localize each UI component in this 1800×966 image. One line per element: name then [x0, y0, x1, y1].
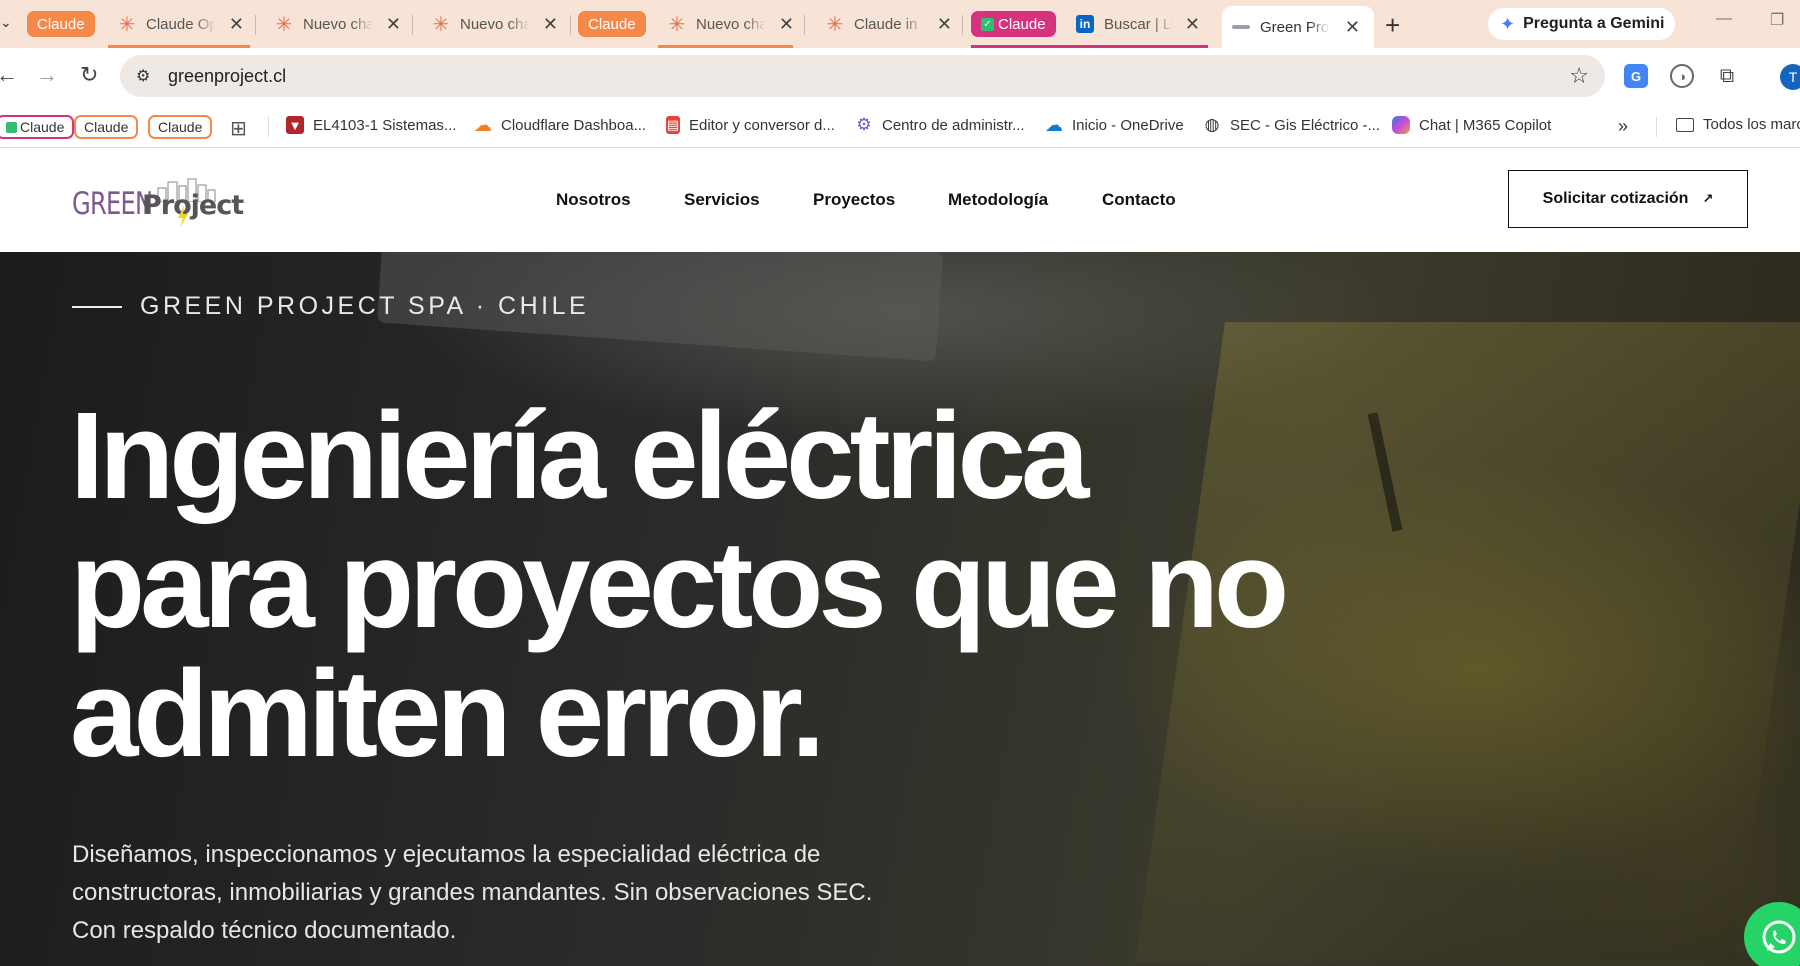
claude-icon: ✳	[668, 13, 686, 36]
green-project-logo[interactable]: GREEN Project	[72, 176, 244, 228]
all-bookmarks-folder[interactable]: Todos los marc	[1676, 116, 1800, 133]
claude-icon: ✳	[432, 13, 450, 36]
browser-toolbar: ← → ↻ ⚙ greenproject.cl ☆ G ◑ ⧉ T	[0, 48, 1800, 106]
bookmark-separator	[268, 117, 269, 137]
headline-line: Ingeniería eléctrica	[70, 388, 1089, 525]
hero-headline: Ingeniería eléctrica para proyectos que …	[70, 392, 1470, 779]
tab-separator	[804, 15, 805, 35]
globe-icon: ◍	[1204, 115, 1220, 134]
site-header: GREEN Project Nosotros Servicios Proyect…	[0, 148, 1800, 252]
claude-icon: ✳	[275, 13, 293, 36]
close-tab-icon[interactable]: ✕	[543, 14, 558, 35]
site-info-icon[interactable]: ⚙	[136, 66, 156, 86]
bookmarks-bar: Claude Claude Claude ⊞ ▼ EL4103-1 Sistem…	[0, 106, 1800, 148]
browser-tab-strip: ⌄ Claude ✳ Claude Op ✕ ✳ Nuevo cha ✕ ✳ N…	[0, 0, 1800, 48]
university-shield-icon: ▼	[286, 116, 304, 134]
url-text[interactable]: greenproject.cl	[168, 66, 286, 87]
bookmark-onedrive[interactable]: ☁ Inicio - OneDrive	[1045, 114, 1184, 135]
tab-linkedin[interactable]: in Buscar | Lin ✕	[1066, 8, 1214, 40]
close-tab-icon[interactable]: ✕	[386, 14, 401, 35]
bookmark-centro-admin[interactable]: ⚙ Centro de administr...	[855, 115, 1024, 134]
logo-green-text: GREEN	[72, 186, 153, 222]
forward-icon[interactable]: →	[36, 62, 58, 88]
nav-contacto[interactable]: Contacto	[1102, 190, 1176, 210]
tab-group-claude[interactable]: Claude	[578, 11, 646, 37]
tab-separator	[962, 15, 963, 35]
back-icon[interactable]: ←	[0, 62, 18, 88]
folder-icon	[1676, 117, 1694, 132]
tab-group-claude[interactable]: Claude	[27, 11, 95, 37]
more-bookmarks-icon[interactable]: »	[1618, 116, 1628, 137]
headline-line: para proyectos que no	[70, 517, 1289, 654]
tab-list-chevron-icon[interactable]: ⌄	[0, 14, 12, 31]
logo-project-text: Project	[142, 190, 244, 221]
close-tab-icon[interactable]: ✕	[1185, 14, 1200, 35]
close-tab-icon[interactable]: ✕	[779, 14, 794, 35]
tab-claude-op[interactable]: ✳ Claude Op ✕	[108, 8, 258, 40]
tab-claude-in-chrome[interactable]: ✳ Claude in C ✕	[816, 8, 966, 40]
nav-nosotros[interactable]: Nosotros	[556, 190, 631, 210]
bookmark-group-claude[interactable]: Claude	[74, 115, 139, 139]
tab-green-project[interactable]: Green Proj ✕	[1222, 6, 1374, 48]
cloudflare-cloud-icon: ☁	[474, 114, 492, 135]
tab-separator	[255, 15, 256, 35]
headline-line: admiten error.	[70, 646, 825, 783]
minimize-icon[interactable]: —	[1716, 10, 1732, 28]
claude-icon: ✳	[118, 13, 136, 36]
whatsapp-button[interactable]	[1744, 902, 1800, 966]
google-translate-icon[interactable]: G	[1624, 64, 1648, 88]
checkbox-icon	[6, 121, 17, 133]
lightning-bolt-icon	[178, 206, 188, 228]
extension-icon[interactable]: ◑	[1670, 64, 1694, 88]
request-quote-button[interactable]: Solicitar cotización ↗	[1508, 170, 1748, 228]
whatsapp-icon	[1762, 920, 1796, 954]
bookmark-star-icon[interactable]: ☆	[1569, 63, 1589, 89]
nav-servicios[interactable]: Servicios	[684, 190, 760, 210]
eyebrow-line	[72, 305, 122, 308]
checkbox-icon: ✓	[981, 17, 994, 31]
bookmark-editor-conversor[interactable]: ▤ Editor y conversor d...	[666, 116, 835, 134]
gemini-button[interactable]: ✦ Pregunta a Gemini	[1488, 8, 1675, 40]
bookmark-cloudflare[interactable]: ☁ Cloudflare Dashboa...	[474, 114, 646, 135]
tab-separator	[412, 15, 413, 35]
bookmark-group-claude[interactable]: Claude	[0, 115, 75, 139]
apps-grid-icon[interactable]: ⊞	[230, 116, 247, 141]
reload-icon[interactable]: ↻	[80, 62, 98, 88]
hero-section: GREEN PROJECT SPA · CHILE Ingeniería elé…	[0, 252, 1800, 966]
gemini-sparkle-icon: ✦	[1500, 13, 1516, 34]
tab-nuevo-chat-2[interactable]: ✳ Nuevo cha ✕	[422, 8, 572, 40]
pdf-document-icon: ▤	[666, 116, 680, 134]
tab-separator	[570, 15, 571, 35]
bookmark-group-claude[interactable]: Claude	[148, 115, 213, 139]
address-bar[interactable]: ⚙ greenproject.cl ☆	[120, 55, 1605, 97]
close-tab-icon[interactable]: ✕	[229, 14, 244, 35]
hero-eyebrow: GREEN PROJECT SPA · CHILE	[72, 292, 589, 321]
nav-proyectos[interactable]: Proyectos	[813, 190, 895, 210]
hero-subtitle: Diseñamos, inspeccionamos y ejecutamos l…	[72, 841, 873, 944]
tab-nuevo-chat-3[interactable]: ✳ Nuevo cha ✕	[658, 8, 808, 40]
bookmark-m365-copilot[interactable]: Chat | M365 Copilot	[1392, 116, 1551, 134]
onedrive-cloud-icon: ☁	[1045, 114, 1063, 135]
tab-nuevo-chat-1[interactable]: ✳ Nuevo cha ✕	[265, 8, 415, 40]
close-tab-icon[interactable]: ✕	[1345, 17, 1360, 38]
profile-avatar[interactable]: T	[1780, 64, 1800, 90]
admin-gear-icon: ⚙	[856, 115, 872, 134]
close-tab-icon[interactable]: ✕	[937, 14, 952, 35]
new-tab-button[interactable]: +	[1385, 10, 1400, 41]
linkedin-icon: in	[1076, 15, 1094, 33]
tab-group-claude-magenta[interactable]: ✓ Claude	[971, 11, 1056, 37]
arrow-up-right-icon: ↗	[1702, 191, 1714, 206]
bookmark-el4103[interactable]: ▼ EL4103-1 Sistemas...	[286, 116, 456, 134]
nav-metodologia[interactable]: Metodología	[948, 190, 1048, 210]
green-project-favicon	[1232, 18, 1250, 36]
maximize-icon[interactable]: ❐	[1770, 10, 1784, 30]
extensions-puzzle-icon[interactable]: ⧉	[1715, 64, 1739, 88]
bookmark-sec-gis[interactable]: ◍ SEC - Gis Eléctrico -...	[1203, 115, 1380, 134]
bookmark-separator	[1656, 117, 1657, 137]
claude-icon: ✳	[826, 13, 844, 36]
copilot-icon	[1392, 116, 1410, 134]
